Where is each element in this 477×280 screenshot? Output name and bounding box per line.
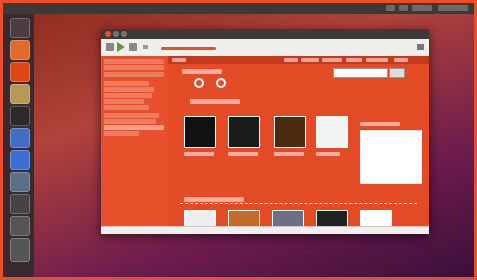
sidebar-item[interactable] [104, 81, 149, 86]
top-chart-panel [360, 130, 422, 184]
sidebar-item[interactable] [104, 87, 154, 92]
store-logo-icon [216, 78, 226, 88]
play-icon[interactable] [117, 42, 125, 52]
tab-5[interactable] [366, 58, 388, 62]
album-cover[interactable] [316, 210, 348, 227]
search-icon[interactable] [10, 216, 30, 236]
software-center-icon[interactable] [10, 172, 30, 192]
music-store-content [168, 56, 429, 227]
music-icon[interactable] [10, 150, 30, 170]
session-icon[interactable] [438, 5, 468, 11]
album-cover[interactable] [228, 210, 260, 227]
store-heading [182, 69, 222, 74]
volume-icon[interactable] [399, 5, 408, 11]
window-titlebar [101, 29, 429, 39]
trash-icon[interactable] [10, 238, 30, 262]
volume-icon[interactable] [417, 44, 424, 50]
player-toolbar [101, 39, 429, 57]
store-nav-bar [168, 56, 429, 64]
tab-1[interactable] [284, 58, 298, 62]
latest-heading [184, 197, 244, 202]
sidebar-item[interactable] [104, 72, 164, 77]
tab-6[interactable] [394, 58, 408, 62]
firefox-icon[interactable] [10, 40, 30, 60]
status-bar [101, 226, 429, 234]
album-cover[interactable] [360, 210, 392, 227]
home-icon[interactable] [10, 18, 30, 38]
sidebar-item[interactable] [104, 131, 139, 136]
settings-icon[interactable] [10, 128, 30, 148]
store-logo-icon [194, 78, 204, 88]
maximize-icon[interactable] [121, 31, 127, 37]
minimize-icon[interactable] [113, 31, 119, 37]
clock[interactable] [412, 5, 432, 11]
tab-4[interactable] [346, 58, 362, 62]
sidebar-item[interactable] [104, 93, 152, 98]
repeat-icon[interactable] [143, 45, 148, 49]
library-sidebar [101, 56, 168, 227]
album-caption[interactable] [184, 152, 214, 156]
sidebar-item[interactable] [104, 113, 159, 118]
album-caption[interactable] [228, 152, 258, 156]
album-cover[interactable] [274, 116, 306, 148]
music-player-window [101, 29, 429, 234]
sidebar-item[interactable] [104, 99, 144, 104]
top-panel [3, 3, 474, 14]
album-caption[interactable] [316, 152, 340, 156]
sidebar-item[interactable] [104, 65, 164, 70]
sidebar-item[interactable] [104, 105, 149, 110]
ubuntu-one-icon[interactable] [10, 62, 30, 82]
previous-icon[interactable] [106, 43, 114, 51]
network-icon[interactable] [386, 5, 395, 11]
workspace-icon[interactable] [10, 194, 30, 214]
sidebar-item[interactable] [104, 59, 164, 64]
search-button[interactable] [389, 68, 405, 78]
close-icon[interactable] [105, 31, 111, 37]
seek-slider[interactable] [161, 47, 216, 50]
album-cover[interactable] [228, 116, 260, 148]
album-caption[interactable] [274, 152, 304, 156]
album-cover[interactable] [272, 210, 304, 227]
album-cover[interactable] [184, 116, 216, 148]
album-cover[interactable] [316, 116, 348, 148]
tab-3[interactable] [322, 58, 342, 62]
chart-heading [360, 122, 400, 126]
tab-2[interactable] [301, 58, 319, 62]
files-icon[interactable] [10, 84, 30, 104]
section-heading [190, 99, 240, 104]
sidebar-item[interactable] [104, 119, 156, 124]
section-divider [180, 203, 417, 204]
top-panel-title [25, 5, 115, 11]
launcher [3, 14, 34, 277]
terminal-icon[interactable] [10, 106, 30, 126]
tab-home[interactable] [172, 58, 186, 62]
next-icon[interactable] [129, 43, 137, 51]
album-cover[interactable] [184, 210, 216, 227]
search-input[interactable] [333, 68, 388, 78]
sidebar-item-selected[interactable] [104, 125, 164, 130]
